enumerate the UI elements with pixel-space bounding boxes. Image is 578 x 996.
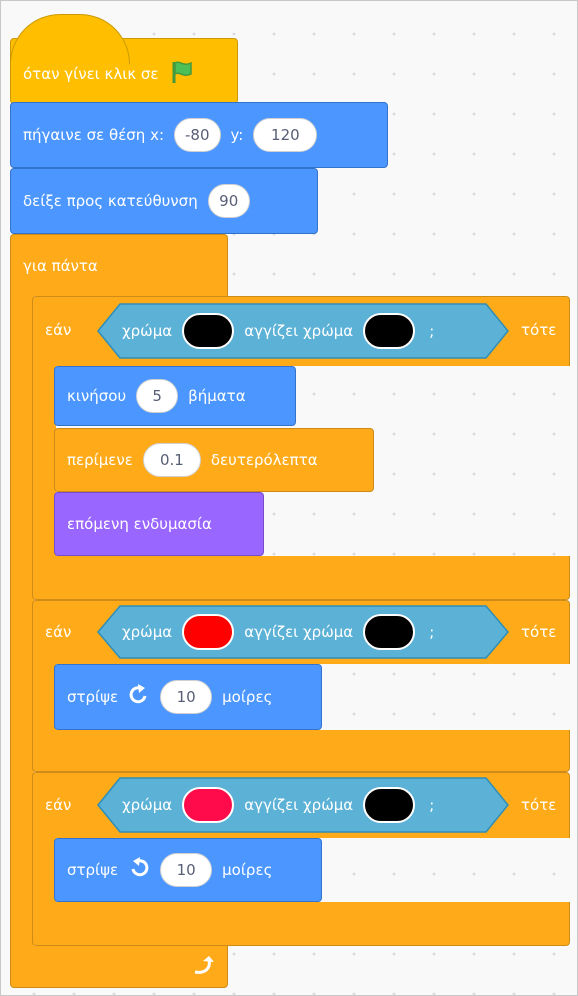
loop-arrow-icon xyxy=(191,954,217,982)
if-label: εάν xyxy=(45,321,72,339)
wait-label: περίμενε xyxy=(67,451,133,469)
color-swatch-1[interactable] xyxy=(182,787,235,823)
seconds-input[interactable]: 0.1 xyxy=(142,443,201,477)
next-costume-block[interactable]: επόμενη ενδυμασία xyxy=(54,492,264,556)
degrees-suffix: μοίρες xyxy=(222,688,273,706)
move-steps-block[interactable]: κινήσου 5 βήματα xyxy=(54,366,296,426)
direction-input[interactable]: 90 xyxy=(207,184,250,218)
forever-bottom xyxy=(10,946,228,988)
then-label: τότε xyxy=(521,796,557,814)
if-label: εάν xyxy=(45,623,72,641)
if-2-arm xyxy=(32,662,56,730)
hat-label: όταν γίνει κλικ σε xyxy=(23,65,159,83)
green-flag-icon xyxy=(169,59,195,89)
x-input[interactable]: -80 xyxy=(174,118,221,152)
turn-label: στρίψε xyxy=(67,688,119,706)
touching-color-label: αγγίζει χρώμα xyxy=(244,322,354,340)
color-touching-color-3[interactable]: χρώμα αγγίζει χρώμα ; xyxy=(96,776,510,834)
next-costume-label: επόμενη ενδυμασία xyxy=(67,515,212,533)
if-1-bottom xyxy=(32,556,570,600)
color-swatch-2[interactable] xyxy=(363,614,416,650)
color-swatch-1[interactable] xyxy=(182,313,235,349)
semicolon: ; xyxy=(429,623,435,641)
color-swatch-2[interactable] xyxy=(363,313,416,349)
rotate-left-icon xyxy=(128,857,150,883)
color-touching-color-2[interactable]: χρώμα αγγίζει χρώμα ; xyxy=(96,604,510,660)
color-swatch-2[interactable] xyxy=(363,787,416,823)
touching-color-label: αγγίζει χρώμα xyxy=(244,796,354,814)
goto-label: πήγαινε σε θέση x: xyxy=(23,126,165,144)
then-label: τότε xyxy=(521,623,557,641)
color-label: χρώμα xyxy=(122,322,173,340)
point-in-direction-block[interactable]: δείξε προς κατεύθυνση 90 xyxy=(10,168,318,234)
if-3-arm xyxy=(32,836,56,902)
color-touching-color-1[interactable]: χρώμα αγγίζει χρώμα ; xyxy=(96,302,510,360)
turn-left-block[interactable]: στρίψε 10 μοίρες xyxy=(54,838,322,902)
steps-suffix: βήματα xyxy=(188,387,246,405)
touching-color-label: αγγίζει χρώμα xyxy=(244,623,354,641)
wait-block[interactable]: περίμενε 0.1 δευτερόλεπτα xyxy=(54,428,374,492)
forever-label: για πάντα xyxy=(23,256,98,275)
steps-input[interactable]: 5 xyxy=(136,379,179,413)
degrees-suffix: μοίρες xyxy=(222,861,273,879)
point-label: δείξε προς κατεύθυνση xyxy=(23,192,198,210)
color-label: χρώμα xyxy=(122,623,173,641)
y-input[interactable]: 120 xyxy=(253,118,318,152)
degrees-input[interactable]: 10 xyxy=(160,680,213,714)
color-swatch-1[interactable] xyxy=(182,614,235,650)
if-3-bottom xyxy=(32,902,570,946)
semicolon: ; xyxy=(429,796,435,814)
degrees-input[interactable]: 10 xyxy=(160,853,213,887)
rotate-right-icon xyxy=(128,684,150,710)
turn-label: στρίψε xyxy=(67,861,119,879)
turn-right-block[interactable]: στρίψε 10 μοίρες xyxy=(54,664,322,730)
if-label: εάν xyxy=(45,796,72,814)
move-label: κινήσου xyxy=(67,387,127,405)
if-1-arm xyxy=(32,364,56,558)
semicolon: ; xyxy=(429,322,435,340)
y-label: y: xyxy=(230,126,244,144)
go-to-xy-block[interactable]: πήγαινε σε θέση x: -80 y: 120 xyxy=(10,102,388,168)
forever-arm xyxy=(10,294,34,948)
then-label: τότε xyxy=(521,321,557,339)
seconds-suffix: δευτερόλεπτα xyxy=(210,451,318,469)
if-2-bottom xyxy=(32,730,570,772)
color-label: χρώμα xyxy=(122,796,173,814)
forever-block[interactable]: για πάντα xyxy=(10,234,228,296)
